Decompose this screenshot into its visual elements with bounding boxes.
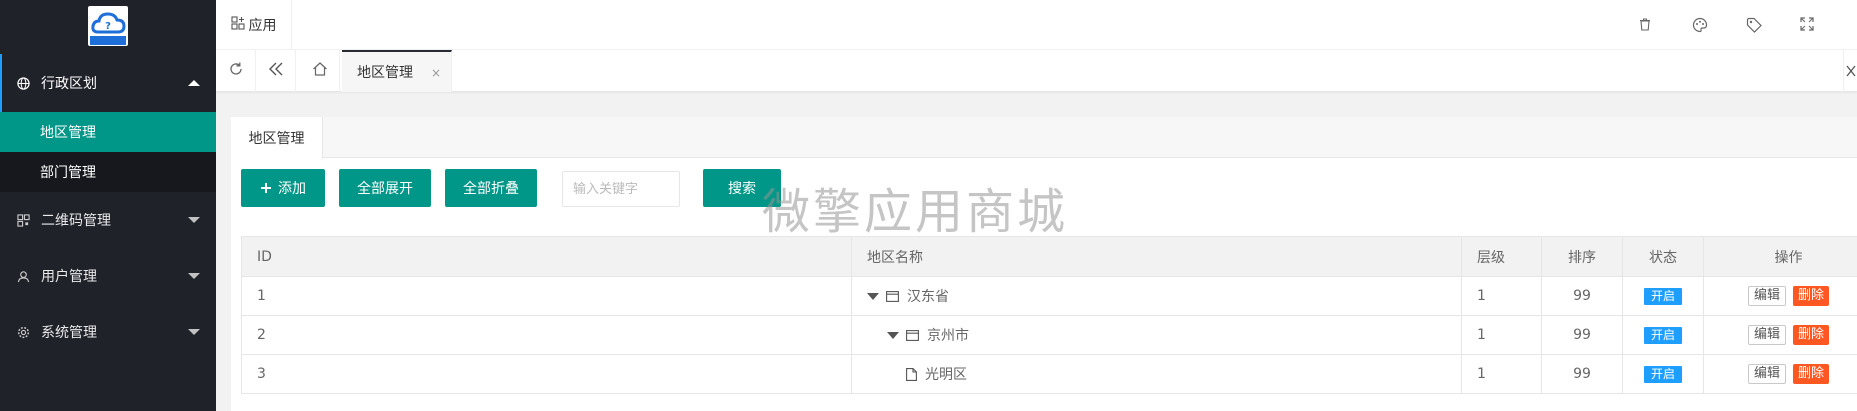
tab-bar: 地区管理 × [216, 50, 1857, 92]
add-button-label: 添加 [278, 181, 306, 197]
cell-sort: 99 [1541, 316, 1622, 354]
qrcode-icon [16, 213, 30, 227]
nav-group-label: 用户管理 [41, 269, 97, 285]
status-badge: 开启 [1643, 326, 1682, 344]
home-icon [312, 61, 328, 81]
column-header-level: 层级 [1461, 237, 1541, 276]
sidebar-item-department-management[interactable]: 部门管理 [0, 152, 216, 192]
edit-button[interactable]: 编辑 [1747, 364, 1786, 384]
chevron-down-icon [188, 273, 200, 279]
cell-level: 1 [1461, 355, 1541, 393]
table-header-row: ID 地区名称 层级 排序 状态 操作 [241, 237, 1857, 277]
status-badge: 开启 [1643, 287, 1682, 305]
home-tab-button[interactable] [300, 50, 340, 92]
collapse-all-button[interactable]: 全部折叠 [445, 169, 537, 207]
add-button[interactable]: 添加 [241, 169, 325, 207]
nav-group-label: 系统管理 [41, 325, 97, 341]
plus-icon [260, 182, 272, 194]
cell-operation: 编辑 删除 [1703, 316, 1857, 354]
fullscreen-icon[interactable] [1800, 17, 1816, 33]
trash-icon[interactable] [1638, 17, 1654, 33]
refresh-icon [228, 61, 244, 81]
sidebar-item-region-management[interactable]: 地区管理 [0, 112, 216, 152]
column-header-sort: 排序 [1541, 237, 1622, 276]
app-label: 应用 [248, 18, 277, 34]
tab-card-region-management[interactable]: 地区管理 [231, 117, 323, 159]
chevron-up-icon [188, 80, 200, 86]
chevron-down-icon [188, 217, 200, 223]
nav-group-label: 二维码管理 [41, 213, 111, 229]
nav-group-label: 行政区划 [41, 76, 97, 92]
close-icon [1845, 62, 1856, 81]
cell-sort: 99 [1541, 277, 1622, 315]
cell-status: 开启 [1622, 316, 1703, 354]
cell-level: 1 [1461, 316, 1541, 354]
table-row: 1 汉东省 1 99 开启 编辑 删除 [241, 277, 1857, 316]
status-badge: 开启 [1643, 365, 1682, 383]
cell-id: 3 [241, 355, 851, 393]
edit-button[interactable]: 编辑 [1747, 286, 1786, 306]
app-button[interactable]: 应用 [216, 0, 292, 50]
tab-region-management[interactable]: 地区管理 × [342, 50, 452, 92]
nav-group-region[interactable]: 行政区划 [0, 54, 216, 112]
logo: ? [88, 6, 128, 46]
chevron-down-icon [188, 329, 200, 335]
delete-button[interactable]: 删除 [1793, 325, 1830, 345]
tag-icon[interactable] [1746, 17, 1762, 33]
cell-operation: 编辑 删除 [1703, 355, 1857, 393]
cell-level: 1 [1461, 277, 1541, 315]
refresh-button[interactable] [216, 50, 256, 92]
region-name: 汉东省 [907, 289, 949, 305]
cell-id: 2 [241, 316, 851, 354]
region-name: 光明区 [925, 367, 967, 383]
svg-text:?: ? [105, 21, 111, 32]
nav-group-system[interactable]: 系统管理 [0, 304, 216, 360]
palette-icon[interactable] [1692, 17, 1708, 33]
app-grid-icon [230, 16, 245, 34]
tab-label: 地区管理 [357, 65, 413, 81]
nav-group-user[interactable]: 用户管理 [0, 248, 216, 304]
scroll-right-button[interactable] [1843, 50, 1857, 92]
table-row: 2 京州市 1 99 开启 编辑 删除 [241, 316, 1857, 355]
region-table: ID 地区名称 层级 排序 状态 操作 1 汉东省 1 99 开启 编辑 删除 … [241, 236, 1857, 394]
file-icon [906, 367, 917, 381]
cell-sort: 99 [1541, 355, 1622, 393]
folder-icon [906, 329, 919, 341]
folder-icon [886, 290, 899, 302]
search-button[interactable]: 搜索 [703, 169, 781, 207]
delete-button[interactable]: 删除 [1793, 286, 1830, 306]
caret-down-icon[interactable] [887, 331, 899, 339]
column-header-name: 地区名称 [851, 237, 1461, 276]
double-chevron-left-icon [268, 61, 284, 81]
globe-icon [16, 76, 30, 90]
expand-all-button[interactable]: 全部展开 [339, 169, 431, 207]
table-row: 3 光明区 1 99 开启 编辑 删除 [241, 355, 1857, 394]
cell-operation: 编辑 删除 [1703, 277, 1857, 315]
edit-button[interactable]: 编辑 [1747, 325, 1786, 345]
cell-id: 1 [241, 277, 851, 315]
sidebar: ? 行政区划 地区管理 部门管理 二维码管理 用户管理 系统管理 [0, 0, 216, 411]
caret-down-icon[interactable] [867, 292, 879, 300]
delete-button[interactable]: 删除 [1793, 364, 1830, 384]
column-header-operation: 操作 [1703, 237, 1857, 276]
nav-group-qrcode[interactable]: 二维码管理 [0, 192, 216, 248]
cell-name: 汉东省 [851, 277, 1461, 315]
search-input[interactable] [562, 171, 680, 207]
column-header-id: ID [241, 237, 851, 276]
cell-status: 开启 [1622, 277, 1703, 315]
subnav: 地区管理 部门管理 [0, 112, 216, 192]
top-header: 应用 [216, 0, 1857, 50]
region-name: 京州市 [927, 328, 969, 344]
cell-status: 开启 [1622, 355, 1703, 393]
user-icon [16, 269, 30, 283]
close-icon[interactable]: × [431, 66, 441, 80]
card-tab-strip: 地区管理 [231, 117, 1857, 159]
logo-area: ? [0, 0, 216, 52]
column-header-status: 状态 [1622, 237, 1703, 276]
gear-icon [16, 325, 30, 339]
scroll-left-button[interactable] [256, 50, 296, 92]
cell-name: 光明区 [851, 355, 1461, 393]
cell-name: 京州市 [851, 316, 1461, 354]
